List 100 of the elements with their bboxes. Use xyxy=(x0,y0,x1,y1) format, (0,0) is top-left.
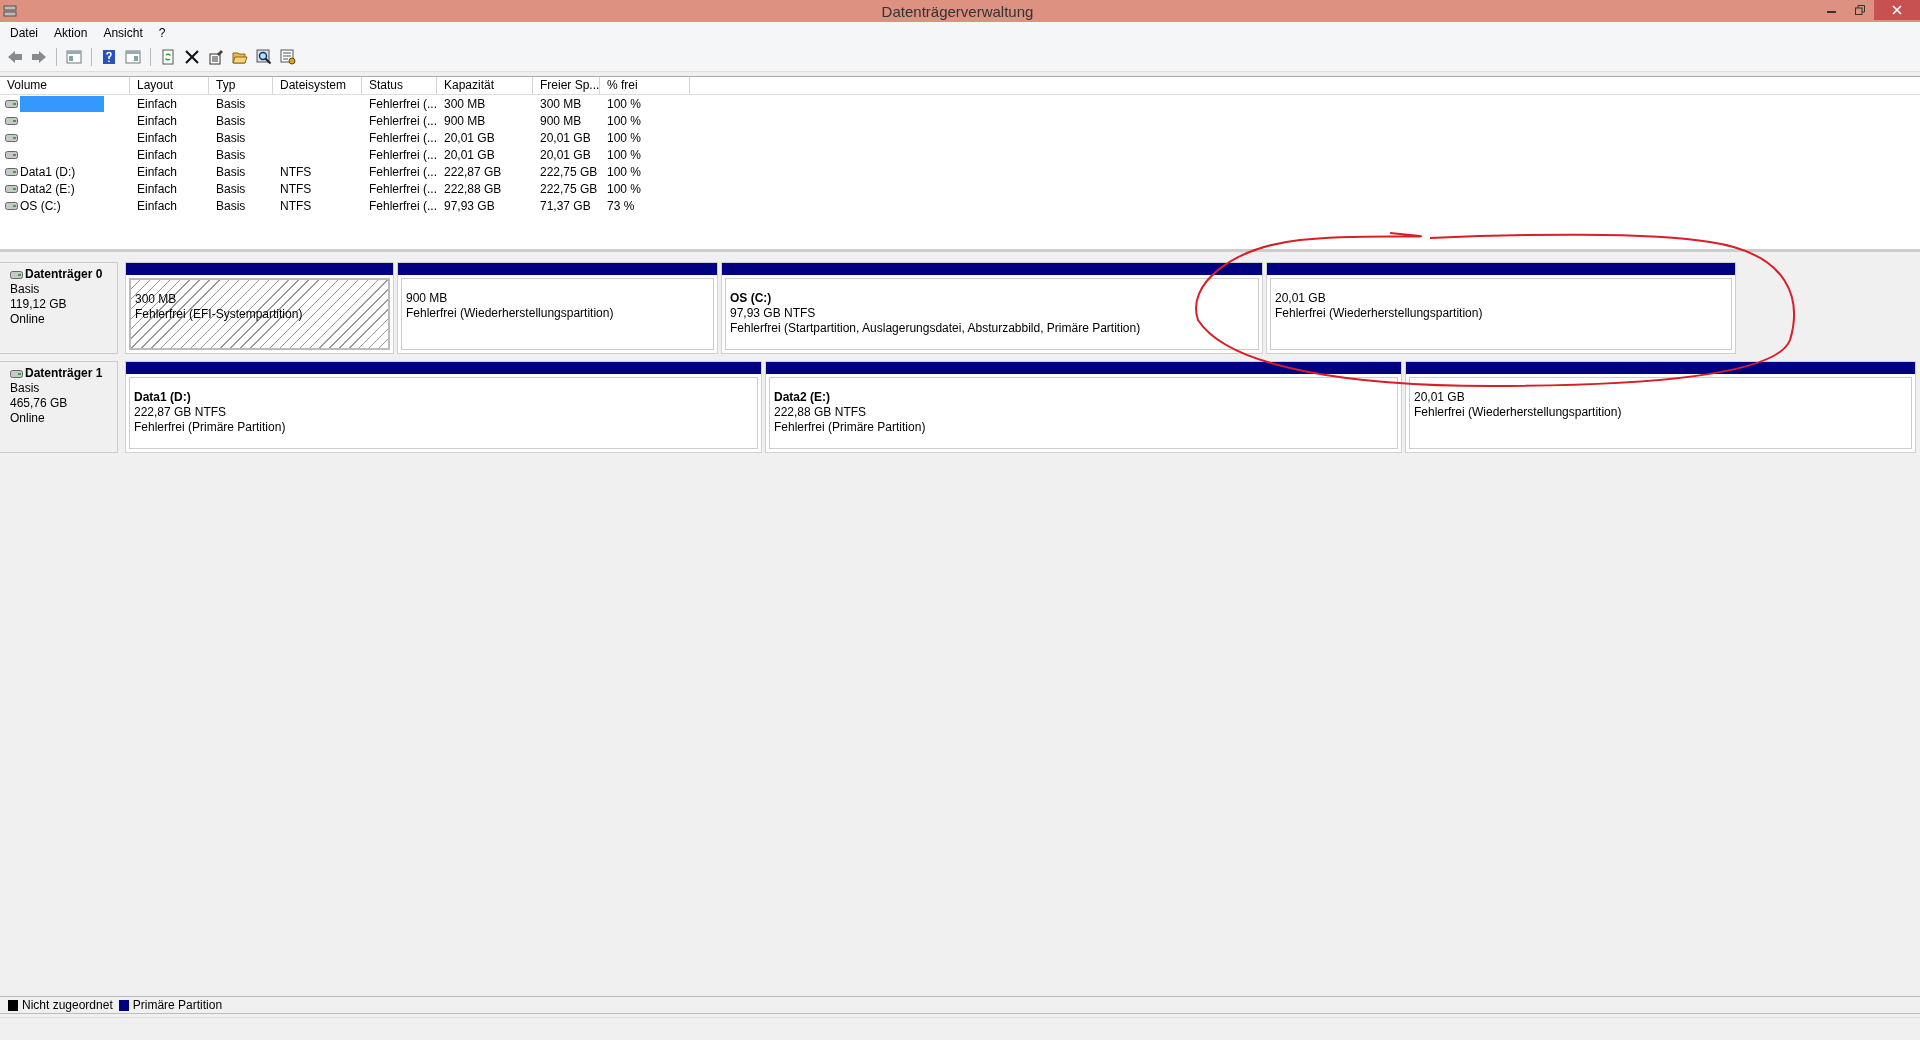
table-cell: Basis xyxy=(216,147,246,162)
disk-size: 465,76 GB xyxy=(10,396,69,411)
folder-icon xyxy=(232,49,248,65)
menu-item[interactable]: Datei xyxy=(2,25,46,40)
column-header[interactable]: Typ xyxy=(209,77,273,94)
disk-info-panel[interactable]: Datenträger 0 Basis 119,12 GB Online xyxy=(0,262,118,354)
panel-icon xyxy=(66,49,82,65)
table-cell: 222,88 GB xyxy=(444,181,502,196)
legend-label: Primäre Partition xyxy=(132,998,223,1012)
partition-status: Fehlerfrei (Wiederherstellungspartition) xyxy=(1414,405,1623,420)
table-cell: Fehlerfrei (... xyxy=(369,113,437,128)
table-cell: Einfach xyxy=(137,113,178,128)
disk-name: Datenträger 1 xyxy=(25,366,103,381)
partition-block[interactable]: Data1 (D:) 222,87 GB NTFS Fehlerfrei (Primäre Partition) xyxy=(125,361,762,453)
volume-name[interactable]: OS (C:) xyxy=(20,198,61,213)
disk-drive-icon xyxy=(10,270,23,279)
settings-button[interactable] xyxy=(277,46,299,68)
column-header[interactable]: Volume xyxy=(0,77,130,94)
refresh-icon xyxy=(160,49,176,65)
partition-block[interactable]: 900 MB Fehlerfrei (Wiederherstellungspartition) xyxy=(397,262,718,354)
table-cell: 100 % xyxy=(607,147,642,162)
partition-block[interactable]: OS (C:) 97,93 GB NTFS Fehlerfrei (Startpartition, Auslagerungsdatei, Absturzabbild, Primäre Partition) xyxy=(721,262,1263,354)
table-cell: Einfach xyxy=(137,181,178,196)
disk-info-panel[interactable]: Datenträger 1 Basis 465,76 GB Online xyxy=(0,361,118,453)
disk-drive-icon xyxy=(5,150,18,159)
disk-drive-icon xyxy=(3,4,17,18)
table-cell: 900 MB xyxy=(444,113,486,128)
legend-label: Nicht zugeordnet xyxy=(22,998,113,1012)
disk-drive-icon xyxy=(5,99,18,108)
partition-block[interactable]: Data2 (E:) 222,88 GB NTFS Fehlerfrei (Primäre Partition) xyxy=(765,361,1402,453)
column-header[interactable]: Dateisystem xyxy=(273,77,362,94)
partition-name: Data1 (D:) xyxy=(134,390,192,405)
table-cell: Fehlerfrei (... xyxy=(369,96,437,111)
partition-size: 97,93 GB NTFS xyxy=(730,306,817,321)
table-cell: 20,01 GB xyxy=(444,147,495,162)
menu-item[interactable]: ? xyxy=(150,25,174,40)
table-cell: Einfach xyxy=(137,96,178,111)
column-header[interactable]: Freier Sp... xyxy=(533,77,600,94)
disk-drive-icon xyxy=(5,167,18,176)
column-header[interactable]: % frei xyxy=(600,77,690,94)
partition-status: Fehlerfrei (EFI-Systempartition) xyxy=(135,307,304,322)
partition-block[interactable]: 20,01 GB Fehlerfrei (Wiederherstellungspartition) xyxy=(1405,361,1916,453)
menu-item[interactable]: Aktion xyxy=(46,25,96,40)
table-cell: 100 % xyxy=(607,181,642,196)
volume-name[interactable]: Data2 (E:) xyxy=(20,181,75,196)
close-icon xyxy=(184,49,200,65)
partition-size: 300 MB xyxy=(135,292,178,307)
column-header[interactable]: Layout xyxy=(130,77,209,94)
table-cell: 100 % xyxy=(607,164,642,179)
properties-icon xyxy=(208,49,224,65)
table-cell: Basis xyxy=(216,96,246,111)
window-title: Datenträgerverwaltung xyxy=(880,2,1035,20)
table-cell: Fehlerfrei (... xyxy=(369,198,437,213)
help-icon xyxy=(101,49,117,65)
table-cell: 71,37 GB xyxy=(540,198,591,213)
disk-status: Online xyxy=(10,312,46,327)
table-cell: NTFS xyxy=(280,181,312,196)
table-cell: Einfach xyxy=(137,164,178,179)
partition-status: Fehlerfrei (Wiederherstellungspartition) xyxy=(406,306,615,321)
partition-block[interactable]: 20,01 GB Fehlerfrei (Wiederherstellungspartition) xyxy=(1266,262,1736,354)
table-cell: Fehlerfrei (... xyxy=(369,147,437,162)
table-cell: 20,01 GB xyxy=(540,130,591,145)
disk-drive-icon xyxy=(5,133,18,142)
table-cell: 97,93 GB xyxy=(444,198,495,213)
partition-status: Fehlerfrei (Startpartition, Auslagerungsdatei, Absturzabbild, Primäre Partition) xyxy=(730,321,1142,336)
disk-size: 119,12 GB xyxy=(10,297,68,312)
table-cell: Basis xyxy=(216,130,246,145)
menu-item[interactable]: Ansicht xyxy=(95,25,151,40)
close-button[interactable] xyxy=(1874,0,1920,20)
disk-type: Basis xyxy=(10,282,41,297)
table-cell: Fehlerfrei (... xyxy=(369,181,437,196)
table-cell: 900 MB xyxy=(540,113,582,128)
disk-drive-icon xyxy=(5,201,18,210)
table-cell: Einfach xyxy=(137,147,178,162)
table-cell: Basis xyxy=(216,164,246,179)
table-cell: 222,87 GB xyxy=(444,164,502,179)
settings-icon xyxy=(280,49,296,65)
volume-name[interactable]: Data1 (D:) xyxy=(20,164,76,179)
disk-type: Basis xyxy=(10,381,41,396)
table-cell: 73 % xyxy=(607,198,635,213)
table-cell: 20,01 GB xyxy=(540,147,591,162)
table-cell: Einfach xyxy=(137,198,178,213)
partition-status: Fehlerfrei (Primäre Partition) xyxy=(774,420,927,435)
partition-block[interactable]: 300 MB Fehlerfrei (EFI-Systempartition) xyxy=(125,262,394,354)
partition-size: 222,88 GB NTFS xyxy=(774,405,868,420)
search-icon xyxy=(256,49,272,65)
restore-icon xyxy=(1855,5,1865,15)
table-cell: Basis xyxy=(216,113,246,128)
table-cell: Einfach xyxy=(137,130,178,145)
partition-status: Fehlerfrei (Primäre Partition) xyxy=(134,420,287,435)
left-arrow-icon xyxy=(7,49,23,65)
partition-size: 20,01 GB xyxy=(1275,291,1327,306)
table-cell: NTFS xyxy=(280,198,312,213)
partition-size: 222,87 GB NTFS xyxy=(134,405,228,420)
table-cell: 100 % xyxy=(607,96,642,111)
close-icon xyxy=(1892,5,1902,15)
column-header[interactable]: Status xyxy=(362,77,437,94)
disk-name: Datenträger 0 xyxy=(25,267,103,282)
column-header[interactable]: Kapazität xyxy=(437,77,533,94)
right-arrow-icon xyxy=(31,49,47,65)
